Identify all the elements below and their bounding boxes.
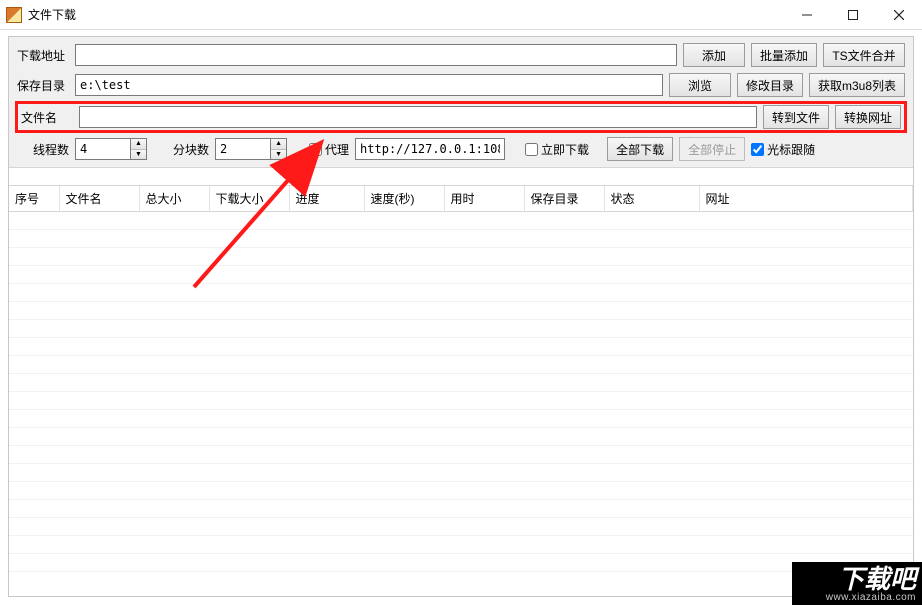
col-downsize[interactable]: 下载大小 xyxy=(209,186,289,212)
watermark-url: www.xiazaiba.com xyxy=(798,592,916,603)
threads-down-icon[interactable]: ▼ xyxy=(131,149,146,160)
table-row[interactable] xyxy=(9,410,913,428)
table-row[interactable] xyxy=(9,428,913,446)
proxy-checkbox[interactable]: 代理 xyxy=(309,141,349,158)
table-row[interactable] xyxy=(9,518,913,536)
col-time[interactable]: 用时 xyxy=(444,186,524,212)
instant-download-checkbox-label: 立即下载 xyxy=(541,141,589,158)
instant-download-checkbox[interactable]: 立即下载 xyxy=(525,141,589,158)
threads-stepper[interactable]: ▲ ▼ xyxy=(75,138,147,160)
chunks-down-icon[interactable]: ▼ xyxy=(271,149,286,160)
table-header-row: 序号 文件名 总大小 下载大小 进度 速度(秒) 用时 保存目录 状态 网址 xyxy=(9,186,913,212)
download-table: 序号 文件名 总大小 下载大小 进度 速度(秒) 用时 保存目录 状态 网址 xyxy=(9,186,913,572)
chunks-up-icon[interactable]: ▲ xyxy=(271,139,286,149)
table-row[interactable] xyxy=(9,320,913,338)
get-m3u8-button[interactable]: 获取m3u8列表 xyxy=(809,73,905,97)
toolbar: 下载地址 添加 批量添加 TS文件合并 保存目录 浏览 修改目录 获取m3u8列… xyxy=(9,37,913,168)
proxy-input[interactable] xyxy=(355,138,505,160)
watermark-brand: 下载吧 xyxy=(798,566,916,592)
maximize-button[interactable] xyxy=(830,0,876,30)
table-row[interactable] xyxy=(9,392,913,410)
table-row[interactable] xyxy=(9,356,913,374)
window-title: 文件下载 xyxy=(28,6,76,23)
ts-merge-button[interactable]: TS文件合并 xyxy=(823,43,905,67)
label-chunks: 分块数 xyxy=(173,141,209,158)
main-panel: 下载地址 添加 批量添加 TS文件合并 保存目录 浏览 修改目录 获取m3u8列… xyxy=(8,36,914,597)
table-row[interactable] xyxy=(9,554,913,572)
label-file-name: 文件名 xyxy=(21,109,73,126)
instant-download-checkbox-input[interactable] xyxy=(525,143,538,156)
col-filename[interactable]: 文件名 xyxy=(59,186,139,212)
col-url[interactable]: 网址 xyxy=(699,186,913,212)
close-button[interactable] xyxy=(876,0,922,30)
row-save-dir: 保存目录 浏览 修改目录 获取m3u8列表 xyxy=(17,73,905,97)
cursor-follow-checkbox[interactable]: 光标跟随 xyxy=(751,141,815,158)
label-threads: 线程数 xyxy=(33,141,69,158)
col-total[interactable]: 总大小 xyxy=(139,186,209,212)
cursor-follow-checkbox-label: 光标跟随 xyxy=(767,141,815,158)
col-index[interactable]: 序号 xyxy=(9,186,59,212)
watermark: 下载吧 www.xiazaiba.com xyxy=(792,562,922,605)
app-icon xyxy=(6,7,22,23)
chunks-input[interactable] xyxy=(215,138,271,160)
proxy-checkbox-label: 代理 xyxy=(325,141,349,158)
table-row[interactable] xyxy=(9,338,913,356)
batch-add-button[interactable]: 批量添加 xyxy=(751,43,817,67)
save-dir-input[interactable] xyxy=(75,74,663,96)
threads-input[interactable] xyxy=(75,138,131,160)
table-row[interactable] xyxy=(9,446,913,464)
table-row[interactable] xyxy=(9,500,913,518)
row-download-url: 下载地址 添加 批量添加 TS文件合并 xyxy=(17,43,905,67)
to-file-button[interactable]: 转到文件 xyxy=(763,105,829,129)
table-row[interactable] xyxy=(9,212,913,230)
chunks-stepper[interactable]: ▲ ▼ xyxy=(215,138,287,160)
col-speed[interactable]: 速度(秒) xyxy=(364,186,444,212)
col-savedir[interactable]: 保存目录 xyxy=(524,186,604,212)
col-status[interactable]: 状态 xyxy=(604,186,699,212)
col-progress[interactable]: 进度 xyxy=(289,186,364,212)
titlebar: 文件下载 xyxy=(0,0,922,30)
stop-all-button[interactable]: 全部停止 xyxy=(679,137,745,161)
table-row[interactable] xyxy=(9,374,913,392)
table-row[interactable] xyxy=(9,230,913,248)
proxy-checkbox-input[interactable] xyxy=(309,143,322,156)
label-download-url: 下载地址 xyxy=(17,47,69,64)
minimize-button[interactable] xyxy=(784,0,830,30)
download-all-button[interactable]: 全部下载 xyxy=(607,137,673,161)
cursor-follow-checkbox-input[interactable] xyxy=(751,143,764,156)
row-options: 线程数 ▲ ▼ 分块数 ▲ ▼ 代理 xyxy=(17,137,905,161)
table-row[interactable] xyxy=(9,482,913,500)
table-row[interactable] xyxy=(9,302,913,320)
download-list[interactable]: 序号 文件名 总大小 下载大小 进度 速度(秒) 用时 保存目录 状态 网址 xyxy=(9,185,913,596)
label-save-dir: 保存目录 xyxy=(17,77,69,94)
add-button[interactable]: 添加 xyxy=(683,43,745,67)
browse-button[interactable]: 浏览 xyxy=(669,73,731,97)
table-row[interactable] xyxy=(9,536,913,554)
table-row[interactable] xyxy=(9,464,913,482)
convert-url-button[interactable]: 转换网址 xyxy=(835,105,901,129)
table-row[interactable] xyxy=(9,284,913,302)
download-url-input[interactable] xyxy=(75,44,677,66)
table-row[interactable] xyxy=(9,266,913,284)
table-row[interactable] xyxy=(9,248,913,266)
modify-dir-button[interactable]: 修改目录 xyxy=(737,73,803,97)
file-name-input[interactable] xyxy=(79,106,757,128)
row-file-name: 文件名 转到文件 转换网址 xyxy=(17,103,905,131)
threads-up-icon[interactable]: ▲ xyxy=(131,139,146,149)
